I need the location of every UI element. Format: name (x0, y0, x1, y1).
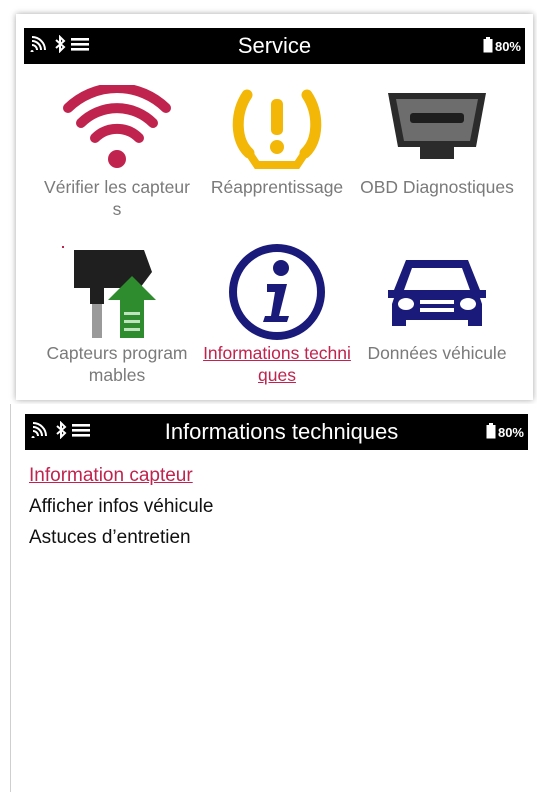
tile-capteurs-programmables[interactable]: Capteurs programmables (38, 242, 196, 386)
sensor-upload-icon (38, 242, 196, 342)
battery-level: 80% (494, 38, 521, 54)
tile-donnees-vehicule[interactable]: Données véhicule (358, 242, 516, 364)
stray-mark (62, 246, 64, 248)
informations-techniques-screen: Informations techniques 80% Information … (10, 404, 537, 792)
battery-icon (483, 36, 493, 56)
tile-label: OBD Diagnostiques (360, 177, 514, 197)
tile-informations-techniques[interactable]: Informations techniques (198, 242, 356, 386)
tile-label: Capteurs programmables (46, 343, 188, 385)
info-icon (198, 242, 356, 342)
tile-label: Réapprentissage (210, 177, 344, 197)
tire-pressure-warning-icon (198, 84, 356, 176)
screen-title: Informations techniques (164, 419, 399, 444)
tile-obd-diagnostiques[interactable]: OBD Diagnostiques (358, 84, 516, 198)
wifi-signal-icon (38, 84, 196, 176)
battery-indicator: 80% (486, 414, 524, 450)
tile-label: Vérifier les capteurs (44, 177, 190, 219)
menu-item-afficher-infos-vehicule[interactable]: Afficher infos véhicule (29, 491, 213, 522)
battery-indicator: 80% (483, 28, 521, 64)
tile-verifier-capteurs[interactable]: Vérifier les capteurs (38, 84, 196, 220)
battery-level: 80% (497, 424, 524, 440)
battery-icon (486, 422, 496, 442)
tile-reapprentissage[interactable]: Réapprentissage (198, 84, 356, 198)
tile-label: Données véhicule (367, 343, 507, 363)
screen-title: Service (237, 33, 312, 58)
service-screen: Service 80% Vérifier les capteurs Réappr… (16, 14, 533, 400)
tech-info-menu: Information capteur Afficher infos véhic… (29, 460, 213, 553)
tile-label: Informations techniques (203, 343, 351, 385)
obd-connector-icon (358, 84, 516, 176)
status-bar: Service 80% (24, 28, 525, 64)
menu-item-information-capteur[interactable]: Information capteur (29, 460, 213, 491)
status-bar: Informations techniques 80% (25, 414, 528, 450)
menu-item-astuces-entretien[interactable]: Astuces d’entretien (29, 522, 213, 553)
car-icon (358, 242, 516, 342)
